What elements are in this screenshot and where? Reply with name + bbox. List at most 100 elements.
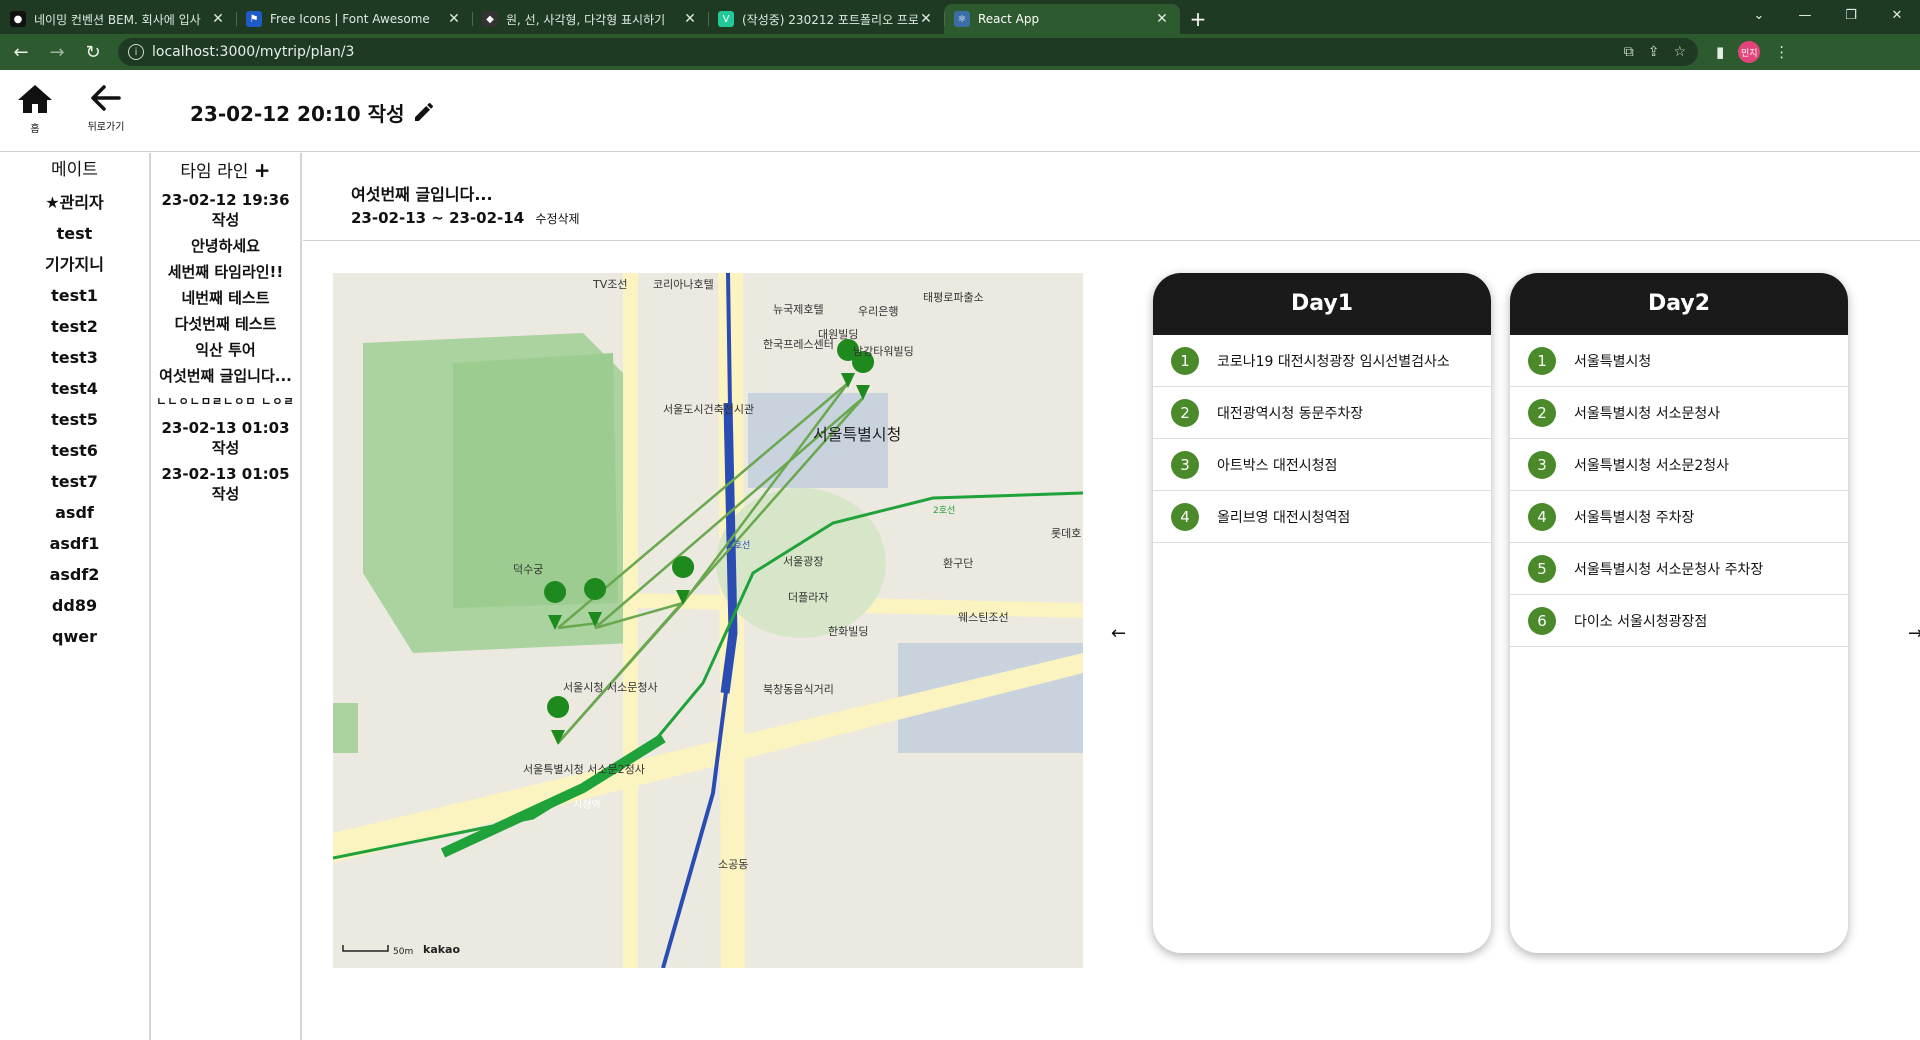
mate-item[interactable]: 기가지니 [0, 249, 149, 280]
translate-icon[interactable]: ⧉ [1624, 44, 1634, 60]
place-row[interactable]: 4 서울특별시청 주차장 [1510, 491, 1848, 543]
label-hanwha: 한화빌딩 [828, 625, 868, 638]
place-row[interactable]: 1 코로나19 대전시청광장 임시선별검사소 [1153, 335, 1491, 387]
tab-favicon-icon: ● [10, 11, 26, 27]
place-number-badge: 5 [1528, 554, 1556, 583]
place-row[interactable]: 2 서울특별시청 서소문청사 [1510, 387, 1848, 439]
new-tab-button[interactable]: + [1180, 4, 1216, 34]
mate-item[interactable]: test1 [0, 280, 149, 311]
map-canvas[interactable]: 서울특별시청 덕수궁 서울광장 TV조선 코리아나호텔 뉴국제호텔 우리은행 태… [333, 273, 1083, 968]
mate-item[interactable]: test6 [0, 435, 149, 466]
timeline-item[interactable]: 세번째 타임라인!! [151, 259, 300, 285]
bookmark-star-icon[interactable]: ☆ [1673, 44, 1686, 60]
timeline-item[interactable]: 23-02-13 01:05 작성 [151, 461, 300, 507]
timeline-item[interactable]: 안녕하세요 [151, 233, 300, 259]
tab-search-icon[interactable]: ⌄ [1736, 0, 1782, 30]
mate-item[interactable]: qwer [0, 621, 149, 652]
label-seosomun2: 서울특별시청 서소문2청사 [523, 763, 645, 776]
place-number-badge: 6 [1528, 606, 1556, 635]
tab-close-icon[interactable]: ✕ [918, 11, 934, 27]
timeline-item[interactable]: 23-02-12 19:36 작성 [151, 187, 300, 233]
timeline-item[interactable]: 23-02-13 01:03 작성 [151, 415, 300, 461]
place-row[interactable]: 3 서울특별시청 서소문2청사 [1510, 439, 1848, 491]
day-card-2: Day2 1 서울특별시청 2 서울특별시청 서소문청사 3 서울특별시청 서소문2청사 4… [1510, 273, 1848, 953]
label-namgang: 남강타워빌딩 [853, 345, 914, 358]
place-name: 서울특별시청 [1574, 353, 1652, 370]
route-map[interactable]: 서울특별시청 덕수궁 서울광장 TV조선 코리아나호텔 뉴국제호텔 우리은행 태… [333, 273, 1083, 968]
mate-item[interactable]: asdf [0, 497, 149, 528]
share-icon[interactable]: ⇪ [1648, 44, 1660, 60]
mate-item[interactable]: dd89 [0, 590, 149, 621]
browser-menu-icon[interactable]: ⋮ [1774, 43, 1789, 61]
label-bukchang: 북창동음식거리 [763, 683, 834, 696]
edit-title-button[interactable] [412, 100, 436, 128]
day-card-1: Day1 1 코로나19 대전시청광장 임시선별검사소 2 대전광역시청 동문주차장 3… [1153, 273, 1491, 953]
restore-icon[interactable]: ❐ [1828, 0, 1874, 30]
tab-close-icon[interactable]: ✕ [446, 11, 462, 27]
reload-icon[interactable]: ↻ [78, 37, 108, 67]
plan-dates-row: 23-02-13 ~ 23-02-14 수정삭제 [351, 209, 580, 227]
place-row[interactable]: 3 아트박스 대전시청점 [1153, 439, 1491, 491]
mate-item[interactable]: test7 [0, 466, 149, 497]
day-title: Day1 [1153, 273, 1491, 335]
delete-plan-link[interactable]: 삭제 [558, 212, 580, 226]
minimize-icon[interactable]: — [1782, 0, 1828, 30]
url-input[interactable]: i localhost:3000/mytrip/plan/3 ⧉ ⇪ ☆ [118, 38, 1698, 66]
place-name: 다이소 서울시청광장점 [1574, 613, 1708, 630]
label-hwangudan: 환구단 [943, 557, 973, 570]
mate-item[interactable]: test2 [0, 311, 149, 342]
next-day-button[interactable]: → [1908, 623, 1920, 644]
timeline-sidebar: 타임 라인 + 23-02-12 19:36 작성 안녕하세요 세번째 타임라인!!… [151, 153, 302, 1040]
mate-item[interactable]: test5 [0, 404, 149, 435]
forward-nav-icon[interactable]: → [42, 37, 72, 67]
day-title: Day2 [1510, 273, 1848, 335]
place-row[interactable]: 2 대전광역시청 동문주차장 [1153, 387, 1491, 439]
place-row[interactable]: 1 서울특별시청 [1510, 335, 1848, 387]
label-koreana: 코리아나호텔 [653, 278, 714, 291]
label-plaza-hotel: 더플라자 [788, 591, 828, 604]
mate-item[interactable]: test4 [0, 373, 149, 404]
back-button[interactable]: 뒤로가기 [80, 84, 132, 133]
add-timeline-icon[interactable]: + [254, 158, 271, 182]
mate-admin[interactable]: ★관리자 [0, 187, 149, 218]
tab-close-icon[interactable]: ✕ [682, 11, 698, 27]
timeline-item[interactable]: 익산 투어 [151, 337, 300, 363]
place-row[interactable]: 6 다이소 서울시청광장점 [1510, 595, 1848, 647]
browser-tab[interactable]: ◆ 원, 선, 사각형, 다각형 표시하기 ✕ [472, 4, 708, 34]
timeline-item[interactable]: ㄴㄴㅇㄴㅁㄹㄴㅇㅁ ㄴㅇㄹ [151, 389, 300, 415]
place-name: 코로나19 대전시청광장 임시선별검사소 [1217, 353, 1450, 370]
mates-header: 메이트 [51, 160, 98, 180]
browser-tab[interactable]: ⚑ Free Icons | Font Awesome ✕ [236, 4, 472, 34]
profile-avatar[interactable]: 민지 [1738, 41, 1761, 63]
mate-item[interactable]: asdf1 [0, 528, 149, 559]
place-row[interactable]: 5 서울특별시청 서소문청사 주차장 [1510, 543, 1848, 595]
mate-item[interactable]: test [0, 218, 149, 249]
tab-label: Free Icons | Font Awesome [270, 12, 430, 26]
label-sicheong-stn: 시청역 [573, 799, 601, 811]
browser-tab[interactable]: ● 네이밍 컨벤션 BEM. 회사에 입사 ✕ [0, 4, 236, 34]
site-info-icon[interactable]: i [128, 44, 144, 60]
tab-label: 네이밍 컨벤션 BEM. 회사에 입사 [34, 12, 201, 27]
label-sogong: 소공동 [718, 858, 748, 871]
timeline-item[interactable]: 여섯번째 글입니다... [151, 363, 300, 389]
close-window-icon[interactable]: ✕ [1874, 0, 1920, 30]
home-button[interactable]: 홈 [14, 84, 56, 135]
browser-tab-active[interactable]: ⚛ React App ✕ [944, 4, 1180, 34]
small-park [333, 703, 358, 753]
mate-item[interactable]: test3 [0, 342, 149, 373]
edit-plan-link[interactable]: 수정 [535, 212, 557, 226]
mates-sidebar: 메이트 ★관리자 test 기가지니 test1 test2 test3 test4 tes… [0, 153, 151, 1040]
browser-tab[interactable]: V (작성중) 230212 포트폴리오 프로 ✕ [708, 4, 944, 34]
side-panel-icon[interactable]: ▮ [1716, 43, 1724, 61]
timeline-item[interactable]: 다섯번째 테스트 [151, 311, 300, 337]
back-nav-icon[interactable]: ← [6, 37, 36, 67]
tab-close-icon[interactable]: ✕ [210, 11, 226, 27]
home-icon [18, 85, 52, 113]
tab-close-icon[interactable]: ✕ [1154, 11, 1170, 27]
mate-item[interactable]: asdf2 [0, 559, 149, 590]
place-row[interactable]: 4 올리브영 대전시청역점 [1153, 491, 1491, 543]
plan-main: 여섯번째 글입니다... 23-02-13 ~ 23-02-14 수정삭제 서울… [303, 153, 1920, 1040]
prev-day-button[interactable]: ← [1111, 623, 1126, 644]
timeline-item[interactable]: 네번째 테스트 [151, 285, 300, 311]
label-line2: 2호선 [933, 505, 955, 516]
